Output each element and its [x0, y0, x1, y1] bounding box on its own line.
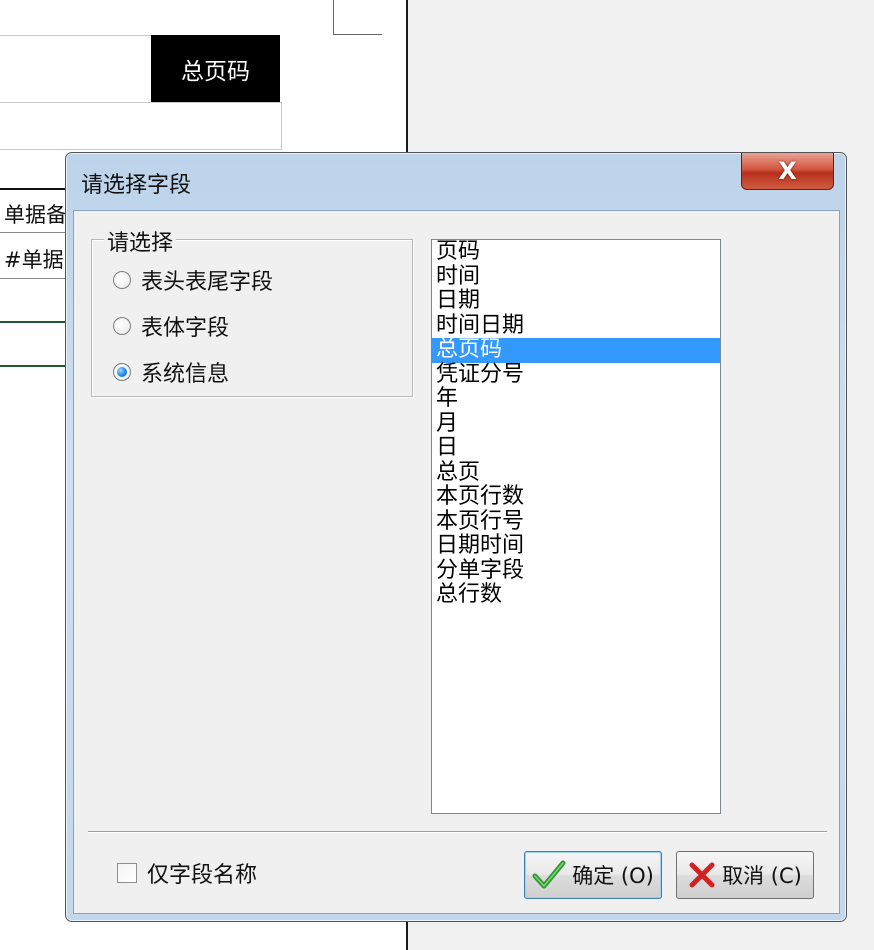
close-icon: X — [778, 157, 797, 185]
table-top-border — [0, 188, 70, 190]
list-item[interactable]: 年 — [432, 387, 720, 412]
report-cell — [0, 35, 153, 104]
total-pages-cell-text: 总页码 — [181, 58, 250, 85]
radio-label: 系统信息 — [141, 362, 230, 387]
option-group-legend: 请选择 — [104, 225, 177, 257]
list-item[interactable]: 日期时间 — [432, 534, 720, 559]
table-data-cell[interactable]: #单据 — [4, 244, 64, 274]
band-line — [0, 321, 66, 323]
radio-indicator[interactable] — [113, 317, 131, 335]
list-item[interactable]: 本页行数 — [432, 485, 720, 510]
band-line — [0, 365, 66, 367]
field-listbox[interactable]: 页码 时间 日期 时间日期 总页码 凭证分号 年 月 日 总页 本页行数 本页行… — [431, 239, 721, 814]
select-field-dialog: 请选择字段 X 请选择 表头表尾字段 表体字段 系统信息 页码 时间 日期 时间… — [65, 152, 847, 922]
dialog-body: 请选择 表头表尾字段 表体字段 系统信息 页码 时间 日期 时间日期 总页码 凭… — [73, 210, 840, 914]
checkbox-indicator[interactable] — [117, 863, 137, 883]
ok-button[interactable]: 确定 (O) — [524, 851, 662, 899]
list-item[interactable]: 页码 — [432, 240, 720, 265]
option-group: 请选择 表头表尾字段 表体字段 系统信息 — [91, 225, 413, 397]
list-item[interactable]: 总行数 — [432, 583, 720, 608]
radio-body-fields[interactable]: 表体字段 — [113, 310, 229, 342]
radio-label: 表体字段 — [141, 316, 230, 341]
close-button[interactable]: X — [741, 153, 834, 190]
list-item[interactable]: 时间日期 — [432, 313, 720, 339]
radio-indicator-checked[interactable] — [113, 363, 131, 381]
checkmark-icon — [532, 859, 566, 891]
report-cell — [0, 102, 282, 150]
cancel-button-label: 取消 (C) — [722, 864, 802, 888]
table-row-divider — [0, 278, 66, 279]
name-only-checkbox[interactable]: 仅字段名称 — [117, 857, 257, 889]
radio-label: 表头表尾字段 — [141, 270, 274, 295]
divider — [88, 831, 827, 833]
list-item[interactable]: 总页 — [432, 460, 720, 486]
list-item[interactable]: 分单字段 — [432, 558, 720, 584]
cross-icon — [688, 861, 716, 889]
list-item[interactable]: 时间 — [432, 264, 720, 290]
list-item[interactable]: 凭证分号 — [432, 362, 720, 388]
list-item[interactable]: 本页行号 — [432, 509, 720, 535]
total-pages-cell[interactable]: 总页码 — [151, 35, 280, 102]
table-row-divider — [0, 232, 66, 233]
ok-button-label: 确定 (O) — [572, 864, 654, 888]
radio-header-footer-fields[interactable]: 表头表尾字段 — [113, 264, 273, 296]
checkbox-label: 仅字段名称 — [147, 863, 258, 888]
table-header-cell[interactable]: 单据备 — [4, 199, 67, 229]
dialog-titlebar[interactable]: 请选择字段 X — [66, 153, 846, 209]
list-item[interactable]: 日期 — [432, 289, 720, 314]
dialog-title: 请选择字段 — [81, 173, 192, 198]
list-item[interactable]: 日 — [432, 436, 720, 461]
list-item[interactable]: 月 — [432, 411, 720, 437]
radio-indicator[interactable] — [113, 271, 131, 289]
list-item-selected[interactable]: 总页码 — [432, 338, 720, 363]
cancel-button[interactable]: 取消 (C) — [676, 851, 814, 899]
radio-system-info[interactable]: 系统信息 — [113, 356, 229, 388]
report-cell-top — [333, 0, 382, 35]
